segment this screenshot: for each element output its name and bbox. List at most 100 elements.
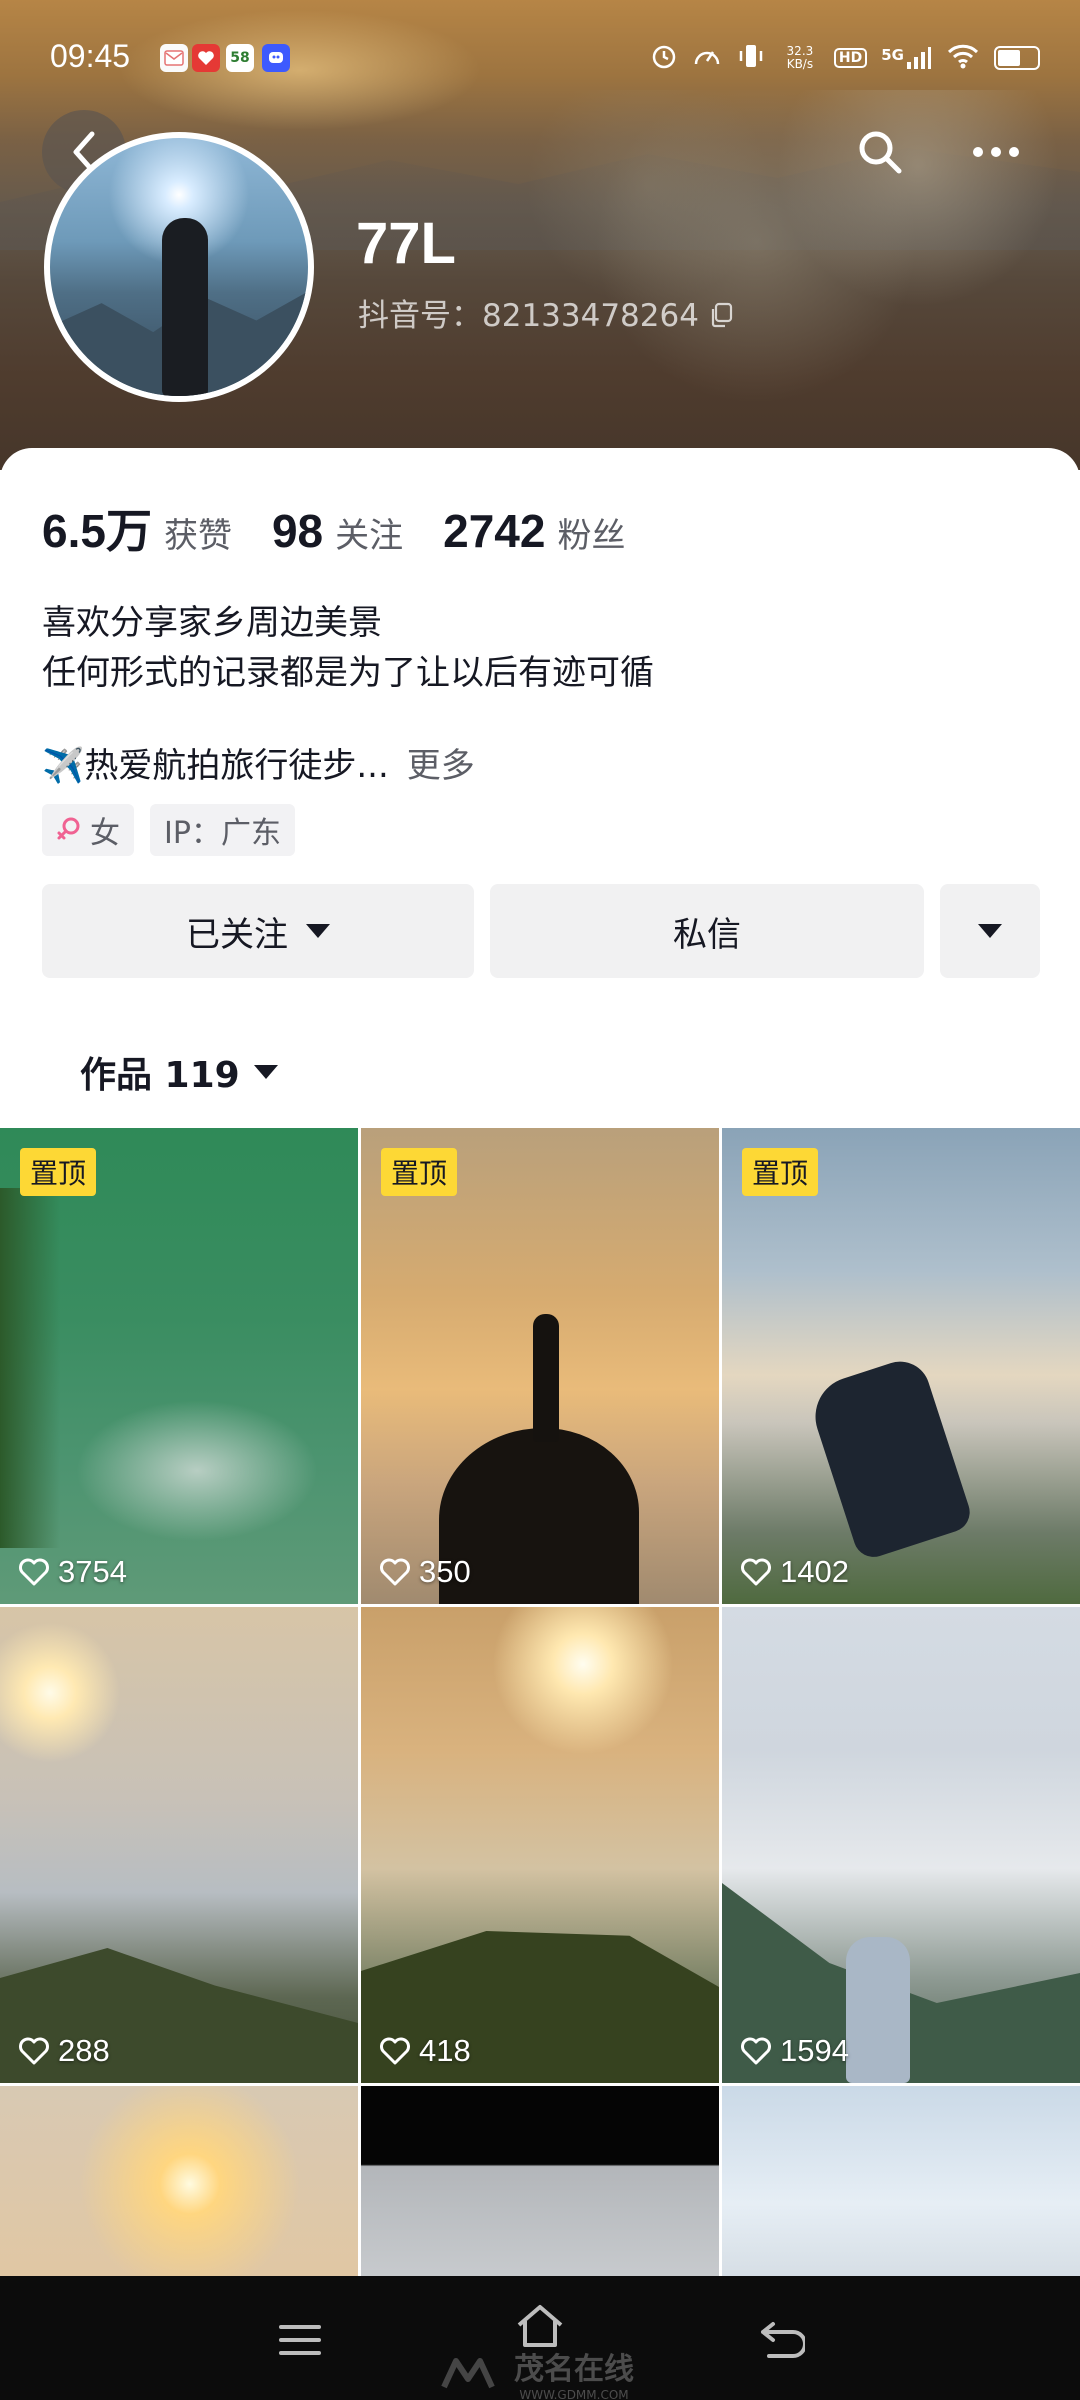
tab-works[interactable]: 作品 119 bbox=[80, 1046, 278, 1098]
stat-likes[interactable]: 6.5万 获赞 bbox=[42, 495, 232, 561]
like-count-value: 1402 bbox=[780, 1554, 849, 1589]
avatar[interactable] bbox=[44, 132, 314, 402]
status-right-icons: 32.3 KB/s HD 5G bbox=[650, 40, 1040, 76]
message-button[interactable]: 私信 bbox=[490, 884, 924, 978]
video-tile[interactable]: 418 bbox=[361, 1607, 719, 2083]
tile-figure bbox=[533, 1314, 559, 1442]
search-icon bbox=[859, 131, 902, 174]
profile-screen: 09:45 58 32.3 KB/s HD 5G 77L 抖音号：8213347… bbox=[0, 0, 1080, 2400]
ip-tag: IP：广东 bbox=[150, 804, 295, 856]
like-count-value: 350 bbox=[419, 1554, 471, 1589]
video-tile[interactable]: 288 bbox=[0, 1607, 358, 2083]
like-count-value: 3754 bbox=[58, 1554, 127, 1589]
pinned-badge: 置顶 bbox=[20, 1148, 97, 1196]
like-count: 1402 bbox=[740, 1554, 849, 1590]
stat-following-label: 关注 bbox=[335, 516, 404, 556]
network-speed: 32.3 KB/s bbox=[786, 44, 814, 71]
video-grid: 置顶 3754 置顶 350 置顶 1402 288 418 1594 bbox=[0, 1128, 1080, 2276]
avatar-person-silhouette bbox=[162, 218, 208, 396]
like-count: 350 bbox=[379, 1554, 471, 1590]
search-button[interactable] bbox=[848, 120, 912, 184]
like-count-value: 418 bbox=[419, 2033, 471, 2068]
more-options-button[interactable] bbox=[964, 120, 1028, 184]
menu-button[interactable] bbox=[268, 2312, 332, 2368]
profile-name: 77L bbox=[356, 211, 456, 276]
watermark-logo: 茂名在线 WWW.GDMM.COM bbox=[440, 2346, 634, 2400]
video-tile[interactable]: 置顶 350 bbox=[361, 1128, 719, 1604]
speedometer-icon bbox=[692, 42, 722, 74]
pinned-badge: 置顶 bbox=[381, 1148, 458, 1196]
stat-following[interactable]: 98 关注 bbox=[272, 504, 403, 558]
more-actions-button[interactable] bbox=[940, 884, 1040, 978]
watermark-subtext: WWW.GDMM.COM bbox=[519, 2388, 629, 2400]
like-count: 288 bbox=[18, 2033, 110, 2069]
female-icon bbox=[57, 817, 80, 840]
stat-following-num: 98 bbox=[271, 505, 324, 557]
copy-icon[interactable] bbox=[709, 300, 733, 327]
status-bar: 09:45 58 32.3 KB/s HD 5G bbox=[0, 0, 1080, 110]
stat-followers-label: 粉丝 bbox=[557, 516, 626, 556]
signal-5g-icon: 5G bbox=[881, 46, 932, 70]
bio-line-3-row: ✈️热爱航拍旅行徒步... 更多 bbox=[42, 738, 475, 787]
video-tile[interactable] bbox=[722, 2086, 1080, 2276]
ip-label: IP：广东 bbox=[164, 816, 281, 851]
heart-icon bbox=[380, 1558, 410, 1586]
video-tile[interactable]: 置顶 1402 bbox=[722, 1128, 1080, 1604]
vibrate-icon bbox=[736, 42, 766, 74]
stat-followers[interactable]: 2742 粉丝 bbox=[443, 504, 625, 558]
caret-down-icon bbox=[978, 924, 1002, 938]
following-label: 已关注 bbox=[186, 914, 288, 955]
video-tile[interactable]: 置顶 3754 bbox=[0, 1128, 358, 1604]
back-nav-button[interactable] bbox=[750, 2312, 814, 2368]
like-count: 418 bbox=[379, 2033, 471, 2069]
heart-icon bbox=[380, 2037, 410, 2065]
video-tile[interactable] bbox=[361, 2086, 719, 2276]
bio-line-2: 任何形式的记录都是为了让以后有迹可循 bbox=[42, 653, 654, 693]
following-button[interactable]: 已关注 bbox=[42, 884, 474, 978]
heart-icon bbox=[741, 1558, 771, 1586]
like-count-value: 1594 bbox=[780, 2033, 849, 2068]
stat-likes-label: 获赞 bbox=[163, 516, 232, 556]
heart-icon bbox=[19, 2037, 49, 2065]
bio-line-3: ✈️热爱航拍旅行徒步... bbox=[42, 746, 389, 786]
hd-badge: HD bbox=[833, 48, 868, 68]
profile-tags: 女 IP：广东 bbox=[42, 804, 295, 856]
gender-label: 女 bbox=[90, 816, 120, 851]
status-time: 09:45 bbox=[50, 38, 131, 74]
tile-figure bbox=[805, 1353, 975, 1563]
douyin-id-text: 抖音号：82133478264 bbox=[358, 298, 699, 334]
tab-works-label: 作品 119 bbox=[80, 1055, 240, 1096]
more-dots-icon bbox=[973, 147, 1019, 157]
video-tile[interactable]: 1594 bbox=[722, 1607, 1080, 2083]
pinned-badge: 置顶 bbox=[742, 1148, 819, 1196]
video-tile[interactable] bbox=[0, 2086, 358, 2276]
like-count: 1594 bbox=[740, 2033, 849, 2069]
stat-likes-num: 6.5万 bbox=[42, 505, 152, 557]
message-label: 私信 bbox=[673, 914, 741, 955]
bio-more-link[interactable]: 更多 bbox=[407, 738, 475, 787]
blue-app-icon bbox=[262, 44, 290, 72]
tile-foliage bbox=[0, 1188, 60, 1548]
heart-icon bbox=[741, 2037, 771, 2065]
like-count: 3754 bbox=[18, 1554, 127, 1590]
douyin-id[interactable]: 抖音号：82133478264 bbox=[358, 290, 733, 335]
watermark-m-icon bbox=[441, 2358, 495, 2389]
battery-icon bbox=[994, 46, 1040, 70]
caret-down-icon bbox=[253, 1065, 278, 1079]
profile-actions: 已关注 私信 bbox=[42, 884, 1040, 978]
profile-stats: 6.5万 获赞 98 关注 2742 粉丝 bbox=[42, 495, 665, 561]
watermark-text: 茂名在线 bbox=[514, 2352, 634, 2387]
58-app-icon: 58 bbox=[226, 44, 254, 72]
gender-tag: 女 bbox=[42, 804, 134, 856]
back-arrow-icon bbox=[761, 2322, 805, 2358]
menu-icon bbox=[279, 2325, 321, 2355]
wifi-icon bbox=[946, 42, 980, 74]
red-app-icon bbox=[192, 44, 220, 72]
tile-figure bbox=[846, 1937, 910, 2083]
like-count-value: 288 bbox=[58, 2033, 110, 2068]
heart-icon bbox=[19, 1558, 49, 1586]
alarm-icon bbox=[650, 42, 678, 74]
mail-app-icon bbox=[160, 44, 188, 72]
signal-label: 5G bbox=[881, 46, 904, 64]
bio-line-1: 喜欢分享家乡周边美景 bbox=[42, 603, 382, 643]
